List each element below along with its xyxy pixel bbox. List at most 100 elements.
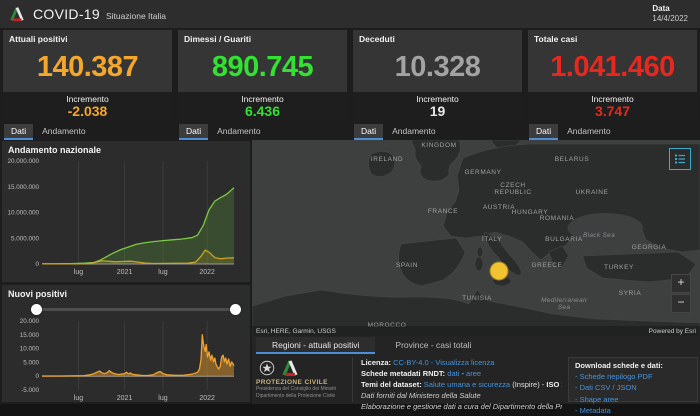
card-deceduti: Deceduti 10.328 Incremento 19 xyxy=(353,30,522,122)
bottom-tabs: Regioni - attuali positivi Province - cas… xyxy=(252,337,700,354)
increment-value: 6.436 xyxy=(244,102,281,119)
svg-text:2021: 2021 xyxy=(117,395,133,402)
map-country-label: TUNISIA xyxy=(462,295,492,302)
card-dimessi-guariti: Dimessi / Guariti 890.745 Incremento 6.4… xyxy=(178,30,347,122)
map-country-label: AUSTRIA xyxy=(482,204,516,211)
increment-value: 19 xyxy=(429,102,446,119)
card-value: 10.328 xyxy=(394,51,481,84)
region-marker[interactable] xyxy=(489,261,509,281)
svg-text:10.000.000: 10.000.000 xyxy=(7,210,39,217)
svg-text:lug: lug xyxy=(158,269,167,276)
card-value: 890.745 xyxy=(211,51,314,84)
map-country-label: CZECH xyxy=(500,182,526,189)
map-zoom-controls: + − xyxy=(671,274,691,313)
map-sea-label: Black Sea xyxy=(583,232,615,239)
card-tabs: Dati Andamento xyxy=(529,124,697,140)
panel-nuovi-positivi: Nuovi positivi lug 2021 lug 2022 -5.000 0 5.00… xyxy=(2,285,250,402)
date-value: 14/4/2022 xyxy=(652,14,688,23)
tab-andamento[interactable]: Andamento xyxy=(560,124,617,140)
slider-handle-right[interactable] xyxy=(230,304,241,315)
map-country-label: IRELAND xyxy=(370,156,404,163)
card-increment: Incremento 19 xyxy=(353,91,522,122)
protezione-civile-logo-icon xyxy=(282,360,298,377)
date-widget: Data 14/4/2022 xyxy=(652,4,692,24)
tab-dati[interactable]: Dati xyxy=(4,124,34,140)
license-line: Dati forniti dal Ministero della Salute xyxy=(361,391,562,401)
map-country-label: FRANCE xyxy=(427,208,459,215)
download-link[interactable]: - Shape aree xyxy=(575,394,691,405)
card-value: 1.041.460 xyxy=(550,51,675,84)
download-link[interactable]: - Dati CSV / JSON xyxy=(575,382,691,393)
svg-text:15.000: 15.000 xyxy=(20,332,40,339)
svg-text:5.000.000: 5.000.000 xyxy=(11,235,40,242)
license-link[interactable]: aree xyxy=(466,369,481,378)
map-sea-label: Sea xyxy=(557,304,571,311)
download-links: - Schede riepilogo PDF - Dati CSV / JSON -… xyxy=(575,371,691,416)
download-title: Download schede e dati: xyxy=(575,361,663,370)
slider-handle-left[interactable] xyxy=(31,304,42,315)
europe-map[interactable]: KINGDOM IRELAND BELARUS GERMANY CZECH REPUBLI… xyxy=(252,140,700,337)
card-increment: Incremento 6.436 xyxy=(178,91,347,122)
svg-text:2022: 2022 xyxy=(199,395,215,402)
download-link[interactable]: - Metadata xyxy=(575,405,691,416)
license-line: Schede metadati RNDT: dati - aree xyxy=(361,369,562,379)
state-emblem-icon xyxy=(259,360,275,376)
map-country-label: KINGDOM xyxy=(421,142,457,149)
map-country-label: BELARUS xyxy=(554,156,590,163)
card-label: Totale casi xyxy=(534,34,578,44)
svg-text:lug: lug xyxy=(74,395,83,402)
license-text: (Inspire) - xyxy=(510,379,547,389)
bottom-tab[interactable]: Regioni - attuali positivi xyxy=(256,337,376,354)
svg-text:2022: 2022 xyxy=(199,269,215,276)
svg-text:10.000: 10.000 xyxy=(20,346,40,353)
svg-text:lug: lug xyxy=(74,269,83,276)
increment-value: 3.747 xyxy=(594,102,631,119)
tab-andamento[interactable]: Andamento xyxy=(385,124,442,140)
bottom-tab[interactable]: Province - casi totali xyxy=(379,337,487,354)
map-country-label: GEORGIA xyxy=(631,244,667,251)
card-tabs: Dati Andamento xyxy=(4,124,172,140)
time-range-slider xyxy=(31,303,241,316)
chart-title: Nuovi positivi xyxy=(8,289,68,299)
svg-text:2021: 2021 xyxy=(117,269,133,276)
map-country-label: SPAIN xyxy=(395,262,419,269)
map-attribution-bar: Esri, HERE, Garmin, USGS Powered by Esri xyxy=(252,326,700,337)
download-box: Download schede e dati: - Schede riepilo… xyxy=(568,357,698,415)
card-tabs: Dati Andamento xyxy=(179,124,347,140)
license-line: Licenza: CC-BY-4.0 - Visualizza licenza xyxy=(361,358,562,368)
tab-andamento[interactable]: Andamento xyxy=(210,124,267,140)
legend-button[interactable] xyxy=(669,148,691,170)
card-increment: Incremento 3.747 xyxy=(528,91,697,122)
card-totale-casi: Totale casi 1.041.460 Incremento 3.747 xyxy=(528,30,697,122)
org-name: PROTEZIONE CIVILE xyxy=(256,379,328,386)
increment-value: -2.038 xyxy=(67,102,108,119)
license-line: Elaborazione e gestione dati a cura del … xyxy=(361,402,562,412)
svg-text:15.000.000: 15.000.000 xyxy=(7,184,39,191)
tab-andamento[interactable]: Andamento xyxy=(35,124,92,140)
slider-track[interactable] xyxy=(36,308,236,311)
protezione-civile-logo-icon xyxy=(10,7,24,22)
charts-column: Andamento nazionale lug 2021 lug 2022 0 5.000… xyxy=(0,140,252,404)
zoom-in-button[interactable]: + xyxy=(671,274,691,293)
map-country-label: ROMANIA xyxy=(539,215,575,222)
new-positives-chart: lug 2021 lug 2022 -5.000 0 5.000 10.000 15.000 20… xyxy=(20,318,235,402)
license-block: Licenza: CC-BY-4.0 - Visualizza licenza S… xyxy=(352,357,562,411)
stat-cards-row: Attuali positivi 140.387 Incremento -2.0… xyxy=(0,28,700,140)
tab-dati[interactable]: Dati xyxy=(179,124,209,140)
zoom-out-button[interactable]: − xyxy=(671,294,691,313)
map-country-label: BULGARIA xyxy=(545,236,583,243)
card-value: 140.387 xyxy=(36,51,139,84)
license-link[interactable]: CC-BY-4.0 - Visualizza licenza xyxy=(393,358,494,367)
chart-title: Andamento nazionale xyxy=(8,145,102,155)
card-attuali-positivi: Attuali positivi 140.387 Incremento -2.0… xyxy=(3,30,172,122)
org-line2: Dipartimento della Protezione Civile xyxy=(256,392,336,399)
svg-text:5.000: 5.000 xyxy=(23,359,39,366)
tab-dati[interactable]: Dati xyxy=(529,124,559,140)
license-link[interactable]: Salute umana e sicurezza xyxy=(424,380,510,389)
license-text: Temi del dataset: xyxy=(361,379,424,389)
map-country-label: SYRIA xyxy=(618,290,642,297)
tab-dati[interactable]: Dati xyxy=(354,124,384,140)
license-link[interactable]: dati xyxy=(447,369,459,378)
download-link[interactable]: - Schede riepilogo PDF xyxy=(575,371,691,382)
svg-text:-5.000: -5.000 xyxy=(21,387,39,394)
